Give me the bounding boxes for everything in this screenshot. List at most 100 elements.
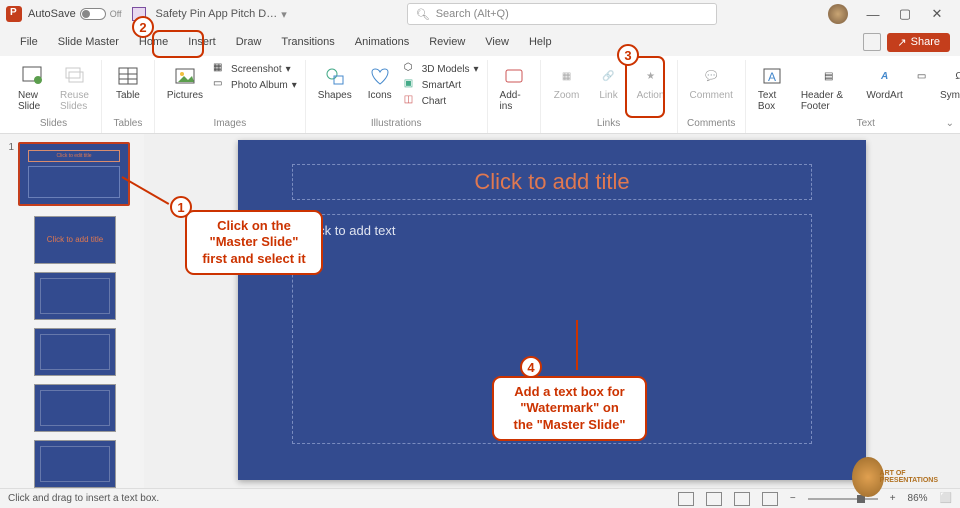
watermark-logo: ART OFPRESENTATIONS xyxy=(852,454,938,500)
wordart-button[interactable]: AWordArt xyxy=(867,62,903,103)
document-title[interactable]: Safety Pin App Pitch D… xyxy=(156,8,278,20)
group-label-links: Links xyxy=(597,118,620,131)
share-button[interactable]: ↗ Share xyxy=(887,33,950,52)
comment-button[interactable]: 💬Comment xyxy=(686,62,737,103)
annotation-callout-1: Click on the "Master Slide" first and se… xyxy=(185,210,323,275)
slide-thumbnails: 1 Click to edit title Click to add title… xyxy=(0,134,144,488)
new-slide-button[interactable]: New Slide xyxy=(14,62,50,114)
reuse-slides-icon xyxy=(62,64,86,88)
title-dropdown-icon[interactable]: ▾ xyxy=(281,8,287,21)
text-box-button[interactable]: A Text Box xyxy=(754,62,791,114)
sorter-view-icon[interactable] xyxy=(706,492,722,506)
tab-transitions[interactable]: Transitions xyxy=(271,32,344,52)
text-box-icon: A xyxy=(760,64,784,88)
thumb-layout[interactable] xyxy=(34,384,116,432)
pictures-icon xyxy=(173,64,197,88)
link-button[interactable]: 🔗Link xyxy=(591,62,627,103)
thumb-number: 1 xyxy=(6,142,14,153)
tab-draw[interactable]: Draw xyxy=(226,32,272,52)
reading-view-icon[interactable] xyxy=(734,492,750,506)
thumb-master-slide[interactable]: Click to edit title xyxy=(18,142,130,206)
tab-animations[interactable]: Animations xyxy=(345,32,419,52)
symbols-button[interactable]: ΩSymbols xyxy=(941,62,960,103)
smartart-icon: ▣ xyxy=(404,78,418,92)
group-label-comments: Comments xyxy=(687,118,735,131)
comments-pane-icon[interactable] xyxy=(863,33,881,51)
group-label-illustrations: Illustrations xyxy=(371,118,422,131)
normal-view-icon[interactable] xyxy=(678,492,694,506)
autosave-toggle[interactable]: AutoSave Off xyxy=(28,8,122,20)
photo-album-button[interactable]: ▭Photo Album ▾ xyxy=(213,78,297,92)
smartart-button[interactable]: ▣SmartArt xyxy=(404,78,479,92)
header-footer-icon: ▤ xyxy=(817,64,841,88)
new-slide-icon xyxy=(20,64,44,88)
table-icon xyxy=(116,64,140,88)
symbols-icon: Ω xyxy=(947,64,960,88)
comment-icon: 💬 xyxy=(699,64,723,88)
tab-help[interactable]: Help xyxy=(519,32,562,52)
cube-icon: ⬡ xyxy=(404,62,418,76)
icons-button[interactable]: Icons xyxy=(362,62,398,103)
search-input[interactable]: 🔍︎ Search (Alt+Q) xyxy=(407,3,717,25)
status-bar: Click and drag to insert a text box. − +… xyxy=(0,488,960,508)
window-controls: — ▢ ✕ xyxy=(828,4,954,24)
tab-view[interactable]: View xyxy=(475,32,519,52)
tab-slide-master[interactable]: Slide Master xyxy=(48,32,129,52)
thumb-layout[interactable] xyxy=(34,272,116,320)
annotation-line-4 xyxy=(576,320,578,370)
chart-icon: ◫ xyxy=(404,94,418,108)
toggle-icon xyxy=(80,8,106,20)
screenshot-icon: ▦ xyxy=(213,62,227,76)
search-placeholder: Search (Alt+Q) xyxy=(436,8,509,20)
thumb-layout[interactable]: Click to add title xyxy=(34,216,116,264)
avatar[interactable] xyxy=(828,4,848,24)
date-icon: ▭ xyxy=(910,64,934,88)
app-icon xyxy=(6,6,22,22)
slideshow-view-icon[interactable] xyxy=(762,492,778,506)
title-placeholder[interactable]: Click to add title xyxy=(292,164,812,200)
share-label: Share xyxy=(911,36,940,48)
table-button[interactable]: Table xyxy=(110,62,146,103)
status-hint: Click and drag to insert a text box. xyxy=(8,493,159,504)
annotation-badge-4: 4 xyxy=(520,356,542,378)
thumb-layout[interactable] xyxy=(34,328,116,376)
annotation-ring-insert xyxy=(152,30,204,58)
zoom-button[interactable]: ▦Zoom xyxy=(549,62,585,103)
svg-text:A: A xyxy=(768,70,776,84)
group-tables: Table Tables xyxy=(102,60,155,133)
chart-button[interactable]: ◫Chart xyxy=(404,94,479,108)
maximize-icon[interactable]: ▢ xyxy=(898,7,912,21)
tab-review[interactable]: Review xyxy=(419,32,475,52)
group-label-slides: Slides xyxy=(40,118,67,131)
ribbon: New Slide Reuse Slides Slides Table Tabl… xyxy=(0,56,960,134)
group-label-tables: Tables xyxy=(113,118,142,131)
zoom-icon: ▦ xyxy=(555,64,579,88)
autosave-state: Off xyxy=(110,9,122,19)
fit-window-icon[interactable]: ⬜ xyxy=(940,493,952,504)
thumb-layout[interactable] xyxy=(34,440,116,488)
close-icon[interactable]: ✕ xyxy=(930,7,944,21)
minimize-icon[interactable]: — xyxy=(866,7,880,21)
tab-file[interactable]: File xyxy=(10,32,48,52)
pictures-button[interactable]: Pictures xyxy=(163,62,207,103)
zoom-out-icon[interactable]: − xyxy=(790,493,796,504)
group-slides: New Slide Reuse Slides Slides xyxy=(6,60,102,133)
annotation-badge-3: 3 xyxy=(617,44,639,66)
shapes-button[interactable]: Shapes xyxy=(314,62,356,103)
shapes-icon xyxy=(323,64,347,88)
header-footer-button[interactable]: ▤Header & Footer xyxy=(797,62,861,114)
workspace: 1 Click to edit title Click to add title… xyxy=(0,134,960,488)
group-illustrations: Shapes Icons ⬡3D Models ▾ ▣SmartArt ◫Cha… xyxy=(306,60,488,133)
group-label-text: Text xyxy=(857,118,875,131)
addins-button[interactable]: Add-ins xyxy=(496,62,532,114)
3d-models-button[interactable]: ⬡3D Models ▾ xyxy=(404,62,479,76)
date-time-button[interactable]: ▭ xyxy=(909,62,935,90)
group-addins: Add-ins xyxy=(488,60,541,133)
icons-icon xyxy=(368,64,392,88)
screenshot-button[interactable]: ▦Screenshot ▾ xyxy=(213,62,297,76)
group-label-images: Images xyxy=(213,118,246,131)
link-icon: 🔗 xyxy=(597,64,621,88)
autosave-label: AutoSave xyxy=(28,8,76,20)
reuse-slides-button[interactable]: Reuse Slides xyxy=(56,62,93,114)
collapse-ribbon-icon[interactable]: ⌄ xyxy=(946,118,954,129)
